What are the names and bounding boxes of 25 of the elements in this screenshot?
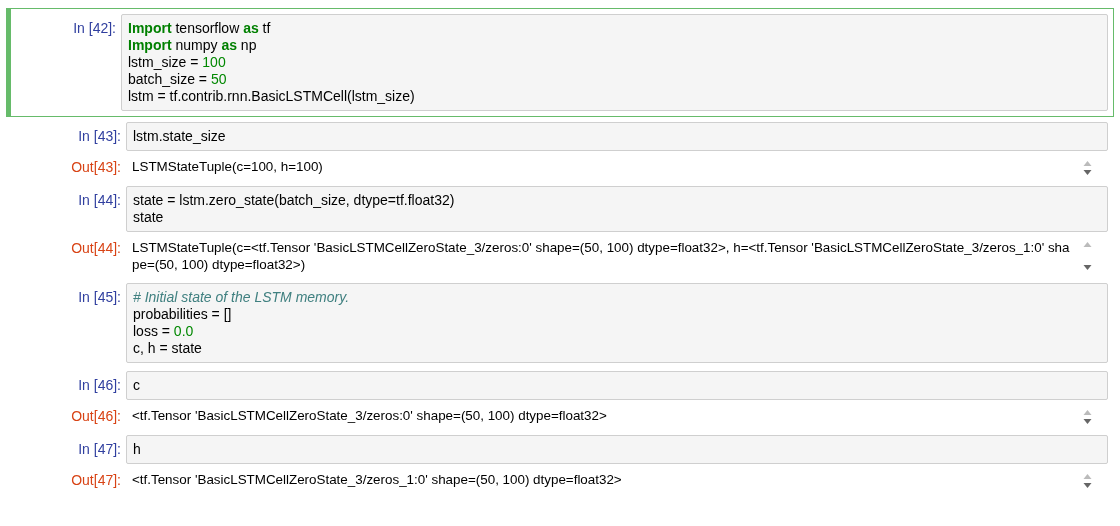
scroll-arrows-icon[interactable] (1083, 241, 1092, 271)
output-text: <tf.Tensor 'BasicLSTMCellZeroState_3/zeros:0' shape=(50, 100) dtype=float32> (132, 407, 608, 424)
output-prompt: Out[47]: (70, 471, 122, 489)
scroll-arrows-icon[interactable] (1083, 473, 1092, 489)
input-prompt: In [47]: (77, 440, 122, 458)
output-text: LSTMStateTuple(c=<tf.Tensor 'BasicLSTMCellZeroState_3/zeros:0' shape=(50, 100) dtype=float32>, h=<tf.Tensor 'BasicLSTMCellZeroState_3/zeros_1:0' sha pe=(50, 100) dtype=float32>) (132, 239, 1071, 273)
input-prompt: In [42]: (72, 19, 117, 37)
code-input[interactable]: c (126, 371, 1108, 400)
output-text: LSTMStateTuple(c=100, h=100) (132, 158, 324, 175)
input-prompt: In [45]: (77, 288, 122, 306)
scroll-arrows-icon[interactable] (1083, 160, 1092, 176)
scroll-arrows-icon[interactable] (1083, 409, 1092, 425)
code-input[interactable]: # Initial state of the LSTM memory. probabilities = [] loss = 0.0 c, h = state (126, 283, 1108, 363)
input-prompt: In [46]: (77, 376, 122, 394)
output-prompt: Out[44]: (70, 239, 122, 257)
input-prompt: In [44]: (77, 191, 122, 209)
selected-cell[interactable]: In [42]: Import tensorflow as tf Import numpy as np lstm_size = 100 batch_size = 50 lstm = tf.contrib.rnn.BasicLSTMCell(lstm_size) (6, 8, 1114, 117)
output-prompt: Out[46]: (70, 407, 122, 425)
output-text: <tf.Tensor 'BasicLSTMCellZeroState_3/zeros_1:0' shape=(50, 100) dtype=float32> (132, 471, 623, 488)
code-input[interactable]: lstm.state_size (126, 122, 1108, 151)
code-input[interactable]: Import tensorflow as tf Import numpy as np lstm_size = 100 batch_size = 50 lstm = tf.contrib.rnn.BasicLSTMCell(lstm_size) (121, 14, 1108, 111)
input-prompt: In [43]: (77, 127, 122, 145)
output-prompt: Out[43]: (70, 158, 122, 176)
code-input[interactable]: state = lstm.zero_state(batch_size, dtype=tf.float32) state (126, 186, 1108, 232)
code-input[interactable]: h (126, 435, 1108, 464)
